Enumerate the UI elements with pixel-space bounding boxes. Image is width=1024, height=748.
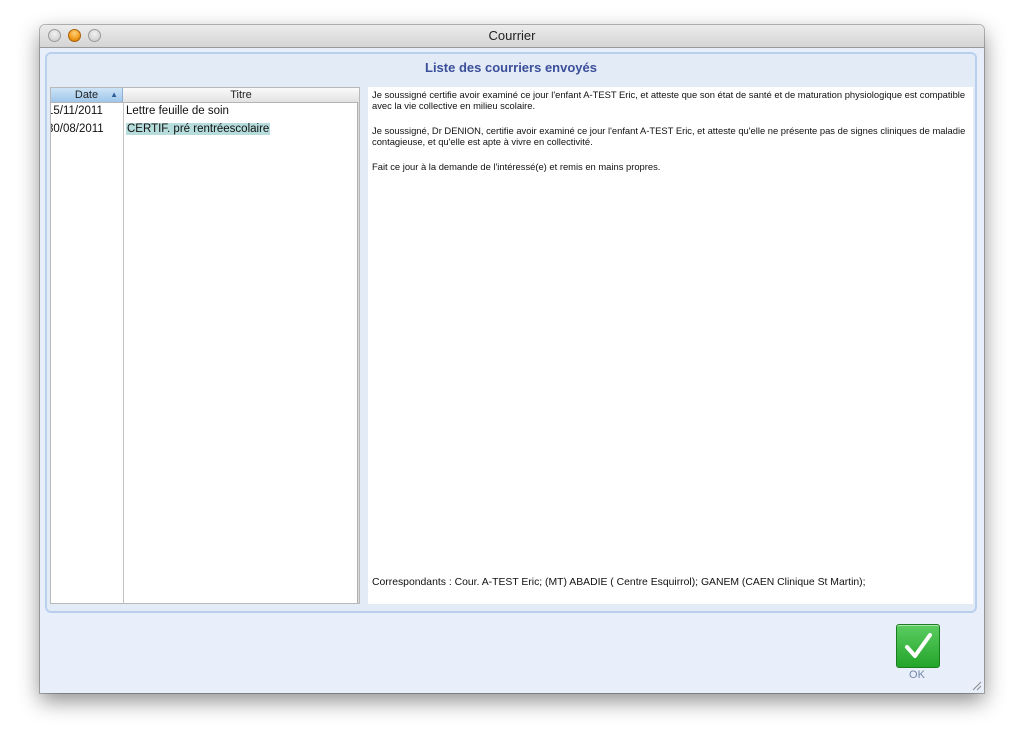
letters-list: Date ▲ Titre 15/11/2011 Lettre feuille d… bbox=[50, 87, 360, 604]
sort-ascending-icon: ▲ bbox=[110, 90, 118, 99]
ok-label: OK bbox=[909, 669, 925, 681]
letters-panel: Liste des courriers envoyés Date ▲ Titre… bbox=[45, 52, 977, 613]
list-item-date: 30/08/2011 bbox=[50, 123, 104, 135]
list-item-selected[interactable]: 30/08/2011 CERTIF. pré rentréescolaire bbox=[51, 121, 359, 139]
column-header-title[interactable]: Titre bbox=[123, 88, 359, 102]
window-title: Courrier bbox=[488, 28, 536, 43]
correspondants-line: Correspondants : Cour. A-TEST Eric; (MT)… bbox=[372, 577, 866, 588]
close-window-button[interactable] bbox=[48, 29, 61, 42]
column-header-date[interactable]: Date ▲ bbox=[51, 88, 123, 102]
title-bar: Courrier bbox=[40, 25, 984, 48]
letter-text-area[interactable]: Je soussigné certifie avoir examiné ce j… bbox=[368, 87, 973, 604]
list-item[interactable]: 15/11/2011 Lettre feuille de soin bbox=[51, 103, 359, 121]
zoom-window-button[interactable] bbox=[88, 29, 101, 42]
list-scrollbar[interactable] bbox=[357, 102, 359, 603]
checkmark-icon bbox=[905, 633, 932, 658]
resize-grip-icon[interactable] bbox=[970, 679, 982, 691]
list-item-date: 15/11/2011 bbox=[50, 105, 103, 117]
panel-header: Liste des courriers envoyés bbox=[425, 60, 597, 75]
letter-paragraph-3: Fait ce jour à la demande de l'intéressé… bbox=[372, 161, 661, 172]
list-header: Date ▲ Titre bbox=[51, 88, 359, 103]
letter-paragraph-2: Je soussigné, Dr DENION, certifie avoir … bbox=[372, 125, 966, 147]
list-item-title: CERTIF. pré rentréescolaire bbox=[126, 123, 271, 135]
column-divider bbox=[123, 102, 124, 603]
list-item-title: Lettre feuille de soin bbox=[126, 105, 229, 117]
letter-paragraph-1: Je soussigné certifie avoir examiné ce j… bbox=[372, 89, 966, 111]
minimize-window-button[interactable] bbox=[68, 29, 81, 42]
column-header-date-label: Date bbox=[74, 89, 99, 101]
courrier-window: Courrier Liste des courriers envoyés Dat… bbox=[40, 25, 984, 693]
ok-button[interactable] bbox=[896, 624, 940, 668]
